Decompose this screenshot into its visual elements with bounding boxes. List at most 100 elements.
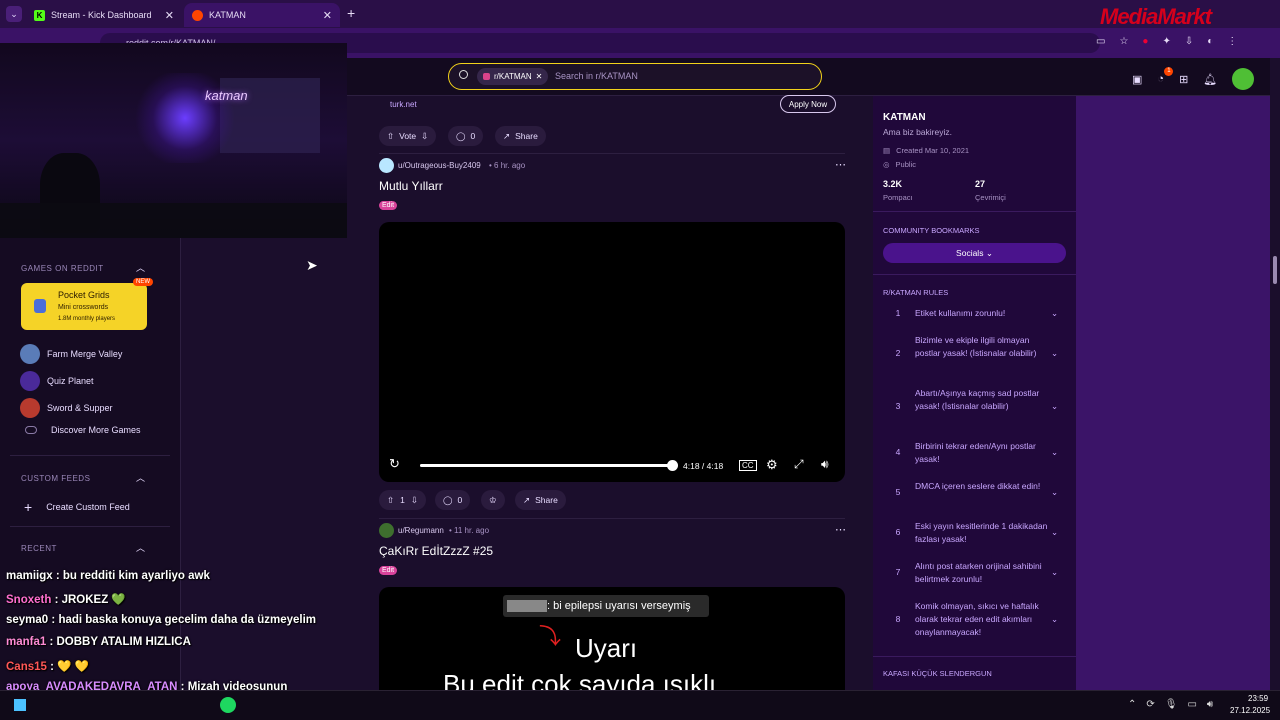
chevron-down-icon: ⌄ (1051, 447, 1059, 457)
chevron-down-icon: ⌄ (1051, 348, 1059, 358)
clock-date: 27.12.2025 (1230, 706, 1271, 715)
new-badge: NEW (133, 278, 153, 286)
star-icon[interactable]: ☆ (1119, 36, 1142, 47)
search-placeholder: Search in r/KATMAN (555, 71, 638, 81)
chat-text: : hadi baska konuya gecelim daha da üzme… (48, 614, 317, 626)
video-player[interactable]: Uyarı: bi epilepsi uyarısı verseymiş ⤵ U… (379, 587, 845, 697)
game-subtitle: Mini crosswords (58, 304, 109, 311)
quiz-icon (20, 371, 40, 391)
profile-icon[interactable]: ◐ (1207, 36, 1227, 47)
close-icon[interactable]: ✕ (165, 9, 174, 22)
new-tab-button[interactable]: + (347, 5, 355, 21)
search-input[interactable]: r/KATMAN ✕ Search in r/KATMAN (448, 63, 822, 90)
video-scrubber[interactable] (667, 460, 678, 471)
chat-icon[interactable]: ◔ 1 (1157, 67, 1174, 85)
chat-username: mamiigx (6, 570, 53, 582)
captions-icon[interactable]: CC (739, 460, 757, 471)
tab-list-button[interactable]: ⌄ (6, 6, 22, 22)
ad-domain[interactable]: turk.net (390, 100, 417, 109)
create-post-icon[interactable]: ⊞ (1179, 73, 1188, 86)
browser-toolbar-icons: ▭☆●✦⇩◐⋮ (1096, 36, 1251, 47)
post-flair[interactable]: Edit (379, 201, 398, 210)
chevron-up-icon[interactable]: ︿ (136, 261, 145, 274)
neon-sign: katman (205, 88, 248, 103)
online-count: 27 (975, 179, 986, 189)
video-time: 4:18 / 4:18 (683, 461, 724, 471)
community-sidebar: KATMAN Ama biz bakireyiz. ▤ Created Mar 1… (873, 96, 1076, 690)
post-time: • 11 hr. ago (449, 526, 490, 535)
post-flair[interactable]: Edit (379, 566, 398, 575)
advertise-icon[interactable]: ▣ (1132, 73, 1142, 86)
desk (0, 203, 347, 238)
post-title[interactable]: ÇaKıRr EdİtZzzZ #25 (379, 544, 493, 558)
chip-close-icon[interactable]: ✕ (536, 72, 543, 81)
post-author[interactable]: u/Outrageous-Buy2409 (398, 161, 481, 170)
create-custom-feed[interactable]: + Create Custom Feed (20, 499, 130, 515)
post-card[interactable]: u/Regumann • 11 hr. ago ⋯ ÇaKıRr EdİtZzz… (379, 523, 849, 697)
puzzle-icon[interactable]: ✦ (1162, 36, 1184, 47)
section-header: KAFASI KÜÇÜK SLENDERGUN (883, 669, 992, 678)
chevron-up-icon[interactable]: ︿ (136, 471, 145, 484)
scrollbar-thumb[interactable] (1273, 256, 1277, 284)
spotify-icon[interactable] (220, 697, 236, 713)
post-author[interactable]: u/Regumann (398, 526, 444, 535)
apply-now-button[interactable]: Apply Now (780, 95, 836, 113)
award-button[interactable]: ♔ (481, 490, 505, 510)
neon-glow (130, 73, 240, 163)
scrollbar[interactable] (1270, 58, 1280, 690)
share-button[interactable]: ↗ Share (515, 490, 566, 510)
game-farm-merge-valley[interactable]: Farm Merge Valley (20, 344, 122, 364)
chat-text: : DOBBY ATALIM HIZLICA (46, 636, 191, 648)
game-title: Pocket Grids (58, 290, 110, 300)
replay-icon[interactable]: ↻ (389, 456, 400, 472)
vote-button[interactable]: ⇧ 1 ⇩ (379, 490, 426, 510)
bell-icon[interactable]: 🔔︎ (1203, 73, 1217, 86)
game-sword-supper[interactable]: Sword & Supper (20, 398, 113, 418)
post-card[interactable]: u/Outrageous-Buy2409 • 6 hr. ago ⋯ Mutlu… (379, 158, 849, 518)
post-title[interactable]: Mutlu Yıllarr (379, 179, 443, 193)
clock-time: 23:59 (1248, 694, 1269, 703)
tab-label: KATMAN (209, 10, 246, 20)
vote-button[interactable]: ⇧ Vote ⇩ (379, 126, 437, 146)
chevron-down-icon: ⌄ (1051, 527, 1059, 537)
discover-games[interactable]: Discover More Games (20, 425, 141, 435)
video-player[interactable]: ↻ 4:18 / 4:18 CC ⚙ ⤢ 🔊︎ (379, 222, 845, 482)
extension-icon[interactable]: ● (1142, 36, 1162, 47)
chevron-down-icon: ⌄ (985, 248, 993, 258)
cast-icon[interactable]: ▭ (1096, 36, 1119, 47)
gamepad-icon (25, 426, 37, 434)
comments-button[interactable]: ◯ 0 (435, 490, 471, 510)
comments-button[interactable]: ◯ 0 (448, 126, 484, 146)
sword-icon (20, 398, 40, 418)
subreddit-chip[interactable]: r/KATMAN ✕ (477, 68, 549, 85)
award-icon: ♔ (489, 494, 497, 505)
fullscreen-icon[interactable]: ⤢ (794, 457, 804, 472)
game-quiz-planet[interactable]: Quiz Planet (20, 371, 94, 391)
download-icon[interactable]: ⇩ (1185, 36, 1207, 47)
chat-message: mamiigx : bu redditi kim ayarliyo awk (6, 570, 210, 582)
windows-start-icon[interactable] (14, 699, 26, 711)
recent-header: RECENT (21, 544, 57, 553)
socials-button[interactable]: Socials ⌄ (883, 243, 1066, 263)
chevron-up-icon[interactable]: ︿ (136, 541, 145, 554)
menu-icon[interactable]: ⋮ (1227, 36, 1251, 47)
comment-icon: ◯ (443, 494, 453, 505)
more-options-icon[interactable]: ⋯ (835, 523, 846, 536)
share-icon: ↗ (503, 130, 511, 141)
search-icon (459, 70, 468, 79)
avatar[interactable] (1232, 68, 1255, 90)
video-progress-fill (420, 464, 672, 467)
downvote-icon: ⇩ (410, 494, 418, 505)
tab-kick-dashboard[interactable]: K Stream - Kick Dashboard ✕ (26, 3, 182, 27)
share-button[interactable]: ↗ Share (495, 126, 546, 146)
volume-icon[interactable]: 🔊︎ (821, 457, 829, 472)
pocket-grids-card[interactable]: Pocket Grids Mini crosswords 1.8M monthl… (21, 278, 153, 330)
chat-text: : JROKEZ 💚 (51, 594, 126, 606)
video-progress-bar[interactable] (420, 460, 678, 471)
tab-katman[interactable]: KATMAN ✕ (184, 3, 340, 27)
close-icon[interactable]: ✕ (323, 9, 332, 22)
more-options-icon[interactable]: ⋯ (835, 158, 846, 171)
arrow-icon: ⤵ (539, 624, 562, 649)
upvote-icon: ⇧ (387, 130, 395, 141)
settings-icon[interactable]: ⚙ (766, 457, 778, 473)
